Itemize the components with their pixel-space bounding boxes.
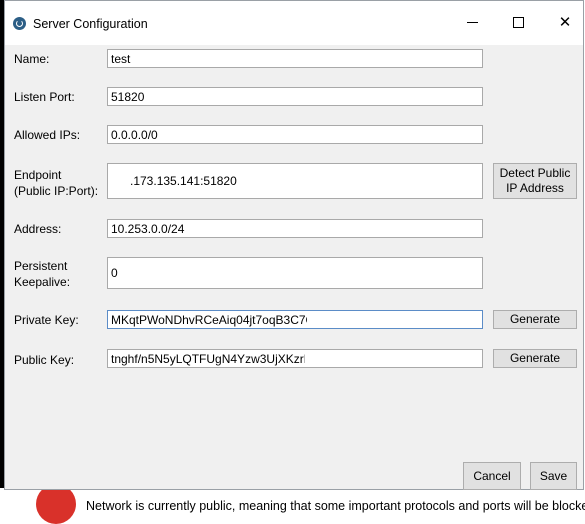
save-button[interactable]: Save xyxy=(530,462,577,490)
keepalive-input[interactable]: 0 xyxy=(107,257,483,289)
close-icon: ✕ xyxy=(558,14,572,31)
name-input[interactable]: test xyxy=(107,49,483,68)
listen-port-input[interactable]: 51820 xyxy=(107,87,483,106)
public-key-value: tnghf/n5N5yLQTFUgN4Yzw3UjXKzrM xyxy=(111,352,314,366)
endpoint-label: Endpoint (Public IP:Port): xyxy=(14,167,98,199)
private-key-redaction xyxy=(307,311,482,328)
keepalive-label-line1: Persistent xyxy=(14,259,68,273)
minimize-icon xyxy=(466,22,478,24)
listen-port-label: Listen Port: xyxy=(14,90,75,104)
allowed-ips-label: Allowed IPs: xyxy=(14,128,81,142)
server-configuration-dialog: Server Configuration ✕ Name: test Listen… xyxy=(4,0,584,490)
detect-button-line1: Detect Public xyxy=(499,166,571,180)
network-warning-text: Network is currently public, meaning tha… xyxy=(86,499,585,513)
address-label: Address: xyxy=(14,222,62,236)
minimize-button[interactable] xyxy=(457,11,487,35)
app-icon xyxy=(13,17,26,30)
address-input[interactable]: 10.253.0.0/24 xyxy=(107,219,483,238)
cancel-button[interactable]: Cancel xyxy=(463,462,521,490)
generate-private-key-button[interactable]: Generate xyxy=(493,310,577,329)
close-button[interactable]: ✕ xyxy=(550,11,580,35)
keepalive-label: Persistent Keepalive: xyxy=(14,258,70,290)
network-warning-icon xyxy=(36,484,76,524)
generate-public-key-button[interactable]: Generate xyxy=(493,349,577,368)
detect-public-ip-button[interactable]: Detect Public IP Address xyxy=(493,163,577,199)
private-key-label: Private Key: xyxy=(14,313,79,327)
endpoint-input[interactable]: .173.135.141:51820 xyxy=(107,163,483,199)
public-key-label: Public Key: xyxy=(14,353,75,367)
name-label: Name: xyxy=(14,52,50,66)
keepalive-label-line2: Keepalive: xyxy=(14,275,71,289)
allowed-ips-input[interactable]: 0.0.0.0/0 xyxy=(107,125,483,144)
title-bar[interactable]: Server Configuration ✕ xyxy=(5,1,583,45)
public-key-redaction xyxy=(305,350,482,367)
window-title: Server Configuration xyxy=(33,17,148,31)
maximize-button[interactable] xyxy=(503,11,533,35)
detect-button-line2: IP Address xyxy=(506,181,564,195)
private-key-value: MKqtPWoNDhvRCeAiq04jt7oqB3C7C xyxy=(111,313,315,327)
maximize-icon xyxy=(512,17,524,29)
endpoint-label-line2: (Public IP:Port): xyxy=(14,184,99,198)
endpoint-label-line1: Endpoint xyxy=(14,168,62,182)
